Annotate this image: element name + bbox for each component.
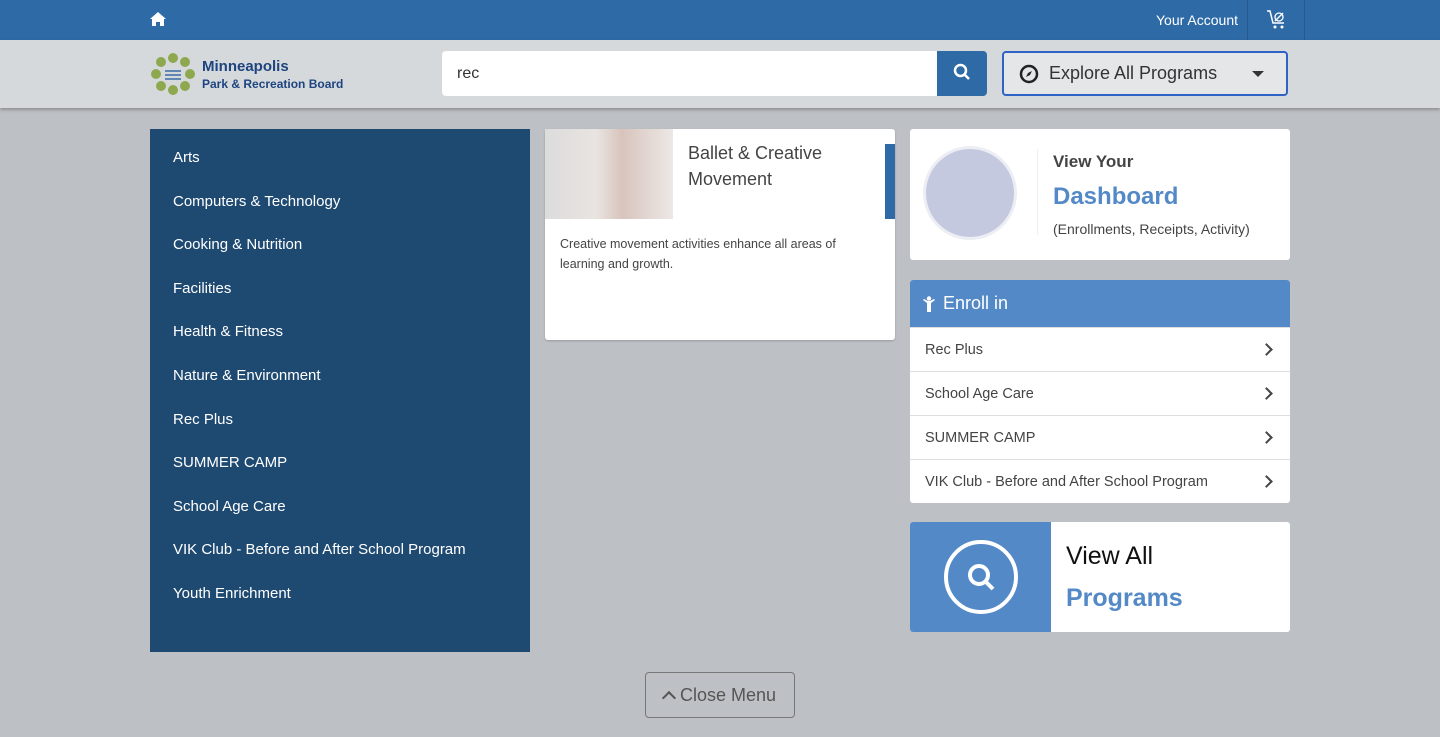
chevron-right-icon [1260,431,1273,444]
enroll-header: Enroll in [910,280,1290,327]
view-all-programs-card[interactable]: View All Programs [910,522,1290,632]
logo-trees-icon [151,53,195,95]
close-menu-label: Close Menu [679,684,777,705]
dashboard-subtitle: (Enrollments, Receipts, Activity) [1053,221,1250,237]
cart-icon[interactable] [1266,9,1288,31]
program-description: Creative movement activities enhance all… [560,237,836,271]
category-item[interactable]: Cooking & Nutrition [150,223,530,267]
dashboard-card[interactable]: View Your Dashboard (Enrollments, Receip… [910,129,1290,260]
chevron-right-icon [1260,387,1273,400]
explore-label: Explore All Programs [1049,63,1218,83]
top-bar: Your Account [0,0,1440,40]
chevron-up-icon [661,690,677,705]
logo[interactable]: Minneapolis Park & Recreation Board [150,52,343,96]
search-bar [442,51,987,96]
logo-subtitle: Park & Recreation Board [202,76,344,91]
view-all-icon-panel [910,522,1051,632]
dashboard-avatar-icon [923,146,1017,240]
divider [1247,0,1248,40]
category-item[interactable]: School Age Care [150,485,530,529]
category-menu: Arts Computers & Technology Cooking & Nu… [150,129,530,652]
enroll-item[interactable]: Rec Plus [910,327,1290,371]
chevron-right-icon [1260,475,1273,488]
dashboard-view-label: View Your [1053,152,1134,171]
child-icon [923,295,935,312]
category-item[interactable]: Rec Plus [150,398,530,442]
ballet-shoes-image [545,129,673,219]
category-item[interactable]: SUMMER CAMP [150,441,530,485]
view-all-label: View All [1066,542,1154,570]
enroll-title: Enroll in [943,293,1009,313]
divider [1037,149,1038,235]
program-card[interactable]: Ballet & Creative Movement Creative move… [545,129,895,340]
logo-title: Minneapolis [202,57,289,75]
category-item[interactable]: Computers & Technology [150,180,530,224]
chevron-right-icon [1260,343,1273,356]
divider [1304,0,1305,40]
programs-label[interactable]: Programs [1066,584,1183,613]
search-circle-icon [944,540,1018,614]
program-title[interactable]: Ballet & Creative Movement [688,140,858,192]
category-item[interactable]: Nature & Environment [150,354,530,398]
enroll-item-label: School Age Care [925,385,1034,402]
search-icon [953,63,970,80]
compass-icon [1019,64,1039,83]
enroll-item-label: Rec Plus [925,341,984,358]
caret-down-icon [1252,71,1264,83]
your-account-link[interactable]: Your Account [1156,12,1238,28]
category-item[interactable]: Youth Enrichment [150,572,530,616]
close-menu-button[interactable]: Close Menu [645,672,795,718]
enroll-panel: Enroll in Rec Plus School Age Care SUMME… [910,280,1290,503]
category-item[interactable]: Facilities [150,267,530,311]
accent-bar [885,144,895,219]
header: Minneapolis Park & Recreation Board Expl… [0,40,1440,108]
home-icon[interactable] [150,11,166,27]
category-item[interactable]: Arts [150,136,530,180]
category-item[interactable]: Health & Fitness [150,310,530,354]
enroll-item[interactable]: SUMMER CAMP [910,415,1290,459]
dashboard-title[interactable]: Dashboard [1053,183,1178,211]
enroll-item-label: VIK Club - Before and After School Progr… [925,473,1208,490]
explore-programs-dropdown[interactable]: Explore All Programs [1002,51,1288,96]
enroll-item[interactable]: School Age Care [910,371,1290,415]
enroll-item-label: SUMMER CAMP [925,429,1036,446]
enroll-item[interactable]: VIK Club - Before and After School Progr… [910,459,1290,503]
category-item[interactable]: VIK Club - Before and After School Progr… [150,528,530,572]
search-button[interactable] [937,51,987,96]
search-input[interactable] [442,51,937,96]
